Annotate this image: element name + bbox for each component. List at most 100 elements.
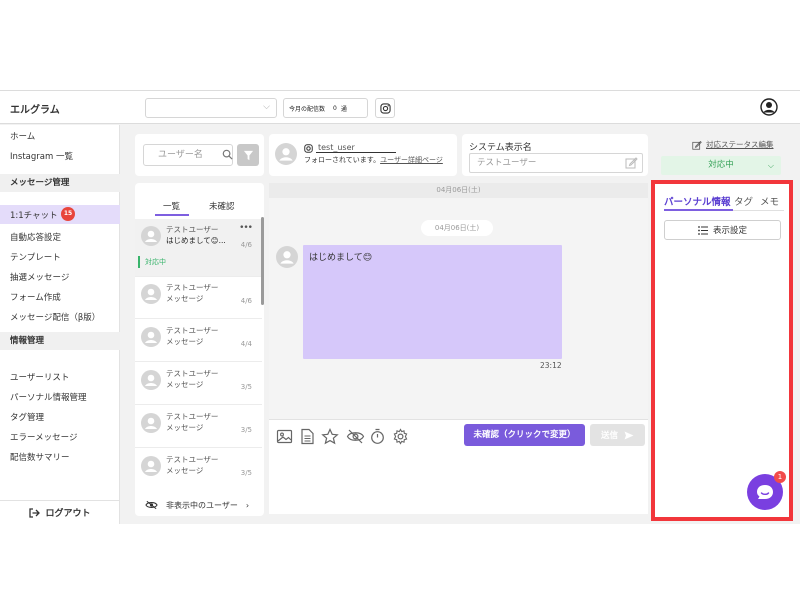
- user-last-message: メッセージ: [166, 337, 204, 346]
- message-bubble: はじめまして😊: [303, 245, 562, 359]
- user-list-scrollbar[interactable]: [261, 217, 264, 305]
- user-list-tabs: 一覧 未確認: [135, 183, 264, 219]
- eye-off-icon[interactable]: [346, 428, 365, 445]
- sidebar-item-lottery[interactable]: 抽選メッセージ: [10, 271, 69, 283]
- list-item[interactable]: テストユーザー はじめまして😊... ••• 4/6 対応中: [135, 219, 262, 277]
- unconfirmed-toggle-button[interactable]: 未確認（クリックで変更）: [464, 424, 585, 446]
- app-title: エルグラム: [10, 105, 60, 116]
- list-item[interactable]: テストユーザー メッセージ 4/6: [135, 277, 262, 319]
- sticky-date: 04月06日(土): [269, 183, 648, 198]
- tab-active-underline: [155, 214, 189, 216]
- account-avatar[interactable]: [760, 98, 778, 120]
- list-icon: [698, 225, 708, 235]
- user-date: 4/6: [240, 297, 252, 305]
- list-item[interactable]: テストユーザー メッセージ 3/5: [135, 363, 262, 405]
- message-composer: 未確認（クリックで変更） 送信: [269, 419, 648, 514]
- send-label: 送信: [600, 431, 618, 441]
- tab-all[interactable]: 一覧: [163, 200, 180, 212]
- edit-icon: [692, 140, 702, 150]
- filter-icon: [243, 150, 253, 160]
- monthly-label: 今月の配信数: [289, 105, 326, 113]
- status-edit-link[interactable]: 対応ステータス編集: [692, 139, 774, 150]
- user-last-message: メッセージ: [166, 466, 204, 475]
- display-settings-button[interactable]: 表示設定: [664, 220, 781, 240]
- hidden-users-button[interactable]: 非表示中のユーザー ›: [135, 495, 264, 515]
- user-date: 3/5: [240, 469, 252, 477]
- sidebar-item-broadcast[interactable]: メッセージ配信（β版）: [10, 311, 100, 323]
- sidebar-item-personal-info[interactable]: パーソナル情報管理: [10, 391, 87, 403]
- logout-button[interactable]: ログアウト: [0, 500, 120, 524]
- gear-icon[interactable]: [392, 428, 409, 445]
- user-avatar-icon: [141, 226, 161, 246]
- monthly-count-box: 今月の配信数 0 通: [283, 98, 368, 118]
- filter-button[interactable]: [237, 144, 259, 166]
- message-time: 23:12: [540, 361, 562, 370]
- sidebar: ホーム Instagram 一覧 メッセージ管理 1:1チャット 15 自動応答…: [0, 125, 120, 524]
- search-input[interactable]: ユーザー名: [143, 144, 233, 166]
- list-item[interactable]: テストユーザー メッセージ 3/5: [135, 406, 262, 448]
- personal-info-panel: パーソナル情報 タグ メモ 表示設定 1: [651, 180, 793, 521]
- user-avatar-icon: [141, 327, 161, 347]
- status-select[interactable]: 対応中 ⌵: [661, 156, 781, 175]
- sidebar-section-info: 情報管理: [0, 332, 120, 350]
- user-search-panel: ユーザー名: [135, 134, 264, 176]
- star-icon[interactable]: [321, 428, 339, 445]
- sidebar-item-auto-reply[interactable]: 自動応答設定: [10, 231, 61, 243]
- timer-icon[interactable]: [370, 428, 385, 445]
- sidebar-item-summary[interactable]: 配信数サマリー: [10, 451, 70, 463]
- top-header: エルグラム ⌵ 今月の配信数 0 通: [0, 91, 800, 124]
- instagram-button[interactable]: [375, 98, 395, 118]
- user-date: 3/5: [240, 383, 252, 391]
- user-detail-link[interactable]: ユーザー詳細ページ: [380, 156, 443, 164]
- status-badge: 対応中: [138, 256, 166, 268]
- user-name: テストユーザー: [166, 283, 219, 292]
- user-name: テストユーザー: [166, 412, 219, 421]
- chat-username: test_user: [304, 143, 396, 153]
- follow-text: フォローされています。: [304, 156, 381, 164]
- sidebar-item-errors[interactable]: エラーメッセージ: [10, 431, 78, 443]
- tab-unconfirmed[interactable]: 未確認: [209, 200, 235, 212]
- file-icon[interactable]: [300, 428, 315, 445]
- tab-memo[interactable]: メモ: [760, 194, 779, 208]
- chevron-down-icon: ⌵: [263, 102, 270, 112]
- list-item[interactable]: テストユーザー メッセージ 4/4: [135, 320, 262, 362]
- user-last-message: メッセージ: [166, 380, 204, 389]
- image-icon[interactable]: [276, 428, 293, 445]
- system-name-input[interactable]: テストユーザー: [469, 153, 643, 173]
- account-select[interactable]: ⌵: [145, 98, 277, 118]
- user-avatar-icon: [141, 284, 161, 304]
- chat-user-header: test_user フォローされています。ユーザー詳細ページ: [269, 134, 457, 176]
- send-button[interactable]: 送信: [590, 424, 645, 446]
- chat-messages[interactable]: 04月06日(土) 04月06日(土) はじめまして😊 23:12: [269, 183, 648, 419]
- system-name-label: システム表示名: [469, 143, 532, 153]
- sidebar-item-template[interactable]: テンプレート: [10, 251, 61, 263]
- sidebar-item-chat[interactable]: 1:1チャット: [10, 209, 58, 221]
- eye-off-icon: [145, 500, 158, 510]
- user-last-message: メッセージ: [166, 423, 204, 432]
- tab-active-underline: [664, 209, 733, 211]
- sidebar-item-tags[interactable]: タグ管理: [10, 411, 44, 423]
- sidebar-item-user-list[interactable]: ユーザーリスト: [10, 371, 69, 383]
- user-name: テストユーザー: [166, 369, 219, 378]
- sidebar-item-form[interactable]: フォーム作成: [10, 291, 61, 303]
- support-chat-badge: 1: [774, 471, 786, 483]
- sidebar-item-instagram-list[interactable]: Instagram 一覧: [10, 150, 73, 162]
- tab-tag[interactable]: タグ: [734, 194, 753, 208]
- user-name: テストユーザー: [166, 326, 219, 335]
- list-item[interactable]: テストユーザー メッセージ 3/5: [135, 449, 262, 491]
- user-avatar-icon: [276, 246, 298, 268]
- sidebar-section-messages: メッセージ管理: [0, 174, 120, 192]
- monthly-count: 0: [333, 104, 337, 112]
- chat-bubble-icon: [757, 485, 773, 499]
- more-options-icon[interactable]: •••: [239, 223, 253, 233]
- chat-username-text: test_user: [316, 143, 396, 153]
- tab-personal-info[interactable]: パーソナル情報: [664, 194, 731, 208]
- status-edit-label: 対応ステータス編集: [706, 140, 774, 149]
- date-separator: 04月06日(土): [421, 220, 493, 236]
- edit-icon[interactable]: [625, 156, 638, 169]
- hidden-users-label: 非表示中のユーザー: [166, 500, 238, 510]
- sidebar-item-home[interactable]: ホーム: [10, 130, 35, 142]
- search-placeholder: ユーザー名: [158, 150, 203, 160]
- chat-unread-badge: 15: [61, 207, 75, 221]
- chevron-down-icon: ⌵: [767, 161, 774, 170]
